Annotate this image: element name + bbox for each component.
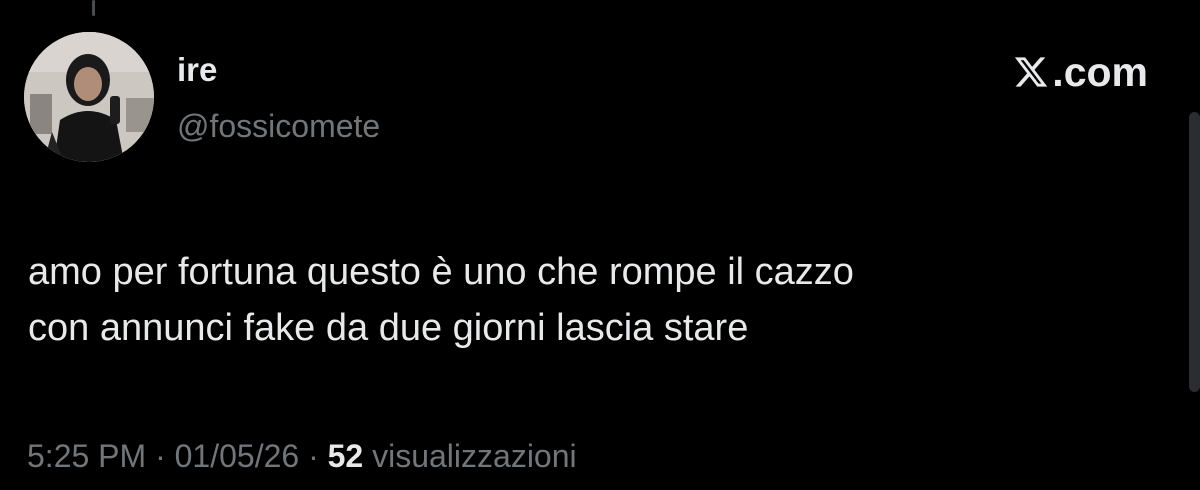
x-brand-watermark: .com bbox=[1012, 50, 1148, 94]
tweet-date[interactable]: 01/05/26 bbox=[175, 438, 300, 474]
views-count: 52 bbox=[327, 438, 364, 474]
user-handle[interactable]: @fossicomete bbox=[177, 106, 380, 146]
display-name[interactable]: ire bbox=[177, 50, 217, 90]
meta-separator: · bbox=[155, 438, 166, 474]
scrollbar[interactable] bbox=[1189, 112, 1200, 392]
tweet-text: amo per fortuna questo è uno che rompe i… bbox=[28, 244, 1148, 356]
tweet-time[interactable]: 5:25 PM bbox=[27, 438, 146, 474]
avatar-photo bbox=[24, 32, 154, 162]
views-label: visualizzazioni bbox=[372, 438, 577, 474]
tweet-text-line: amo per fortuna questo è uno che rompe i… bbox=[28, 251, 854, 293]
tweet-meta: 5:25 PM · 01/05/26 · 52 visualizzazioni bbox=[27, 436, 577, 476]
avatar[interactable] bbox=[24, 32, 154, 162]
tweet-card: ire @fossicomete .com amo per fortuna qu… bbox=[0, 0, 1200, 490]
meta-separator: · bbox=[308, 438, 319, 474]
tweet-text-line: con annunci fake da due giorni lascia st… bbox=[28, 307, 749, 349]
x-logo-icon bbox=[1012, 54, 1050, 90]
brand-domain-text: .com bbox=[1052, 49, 1148, 95]
